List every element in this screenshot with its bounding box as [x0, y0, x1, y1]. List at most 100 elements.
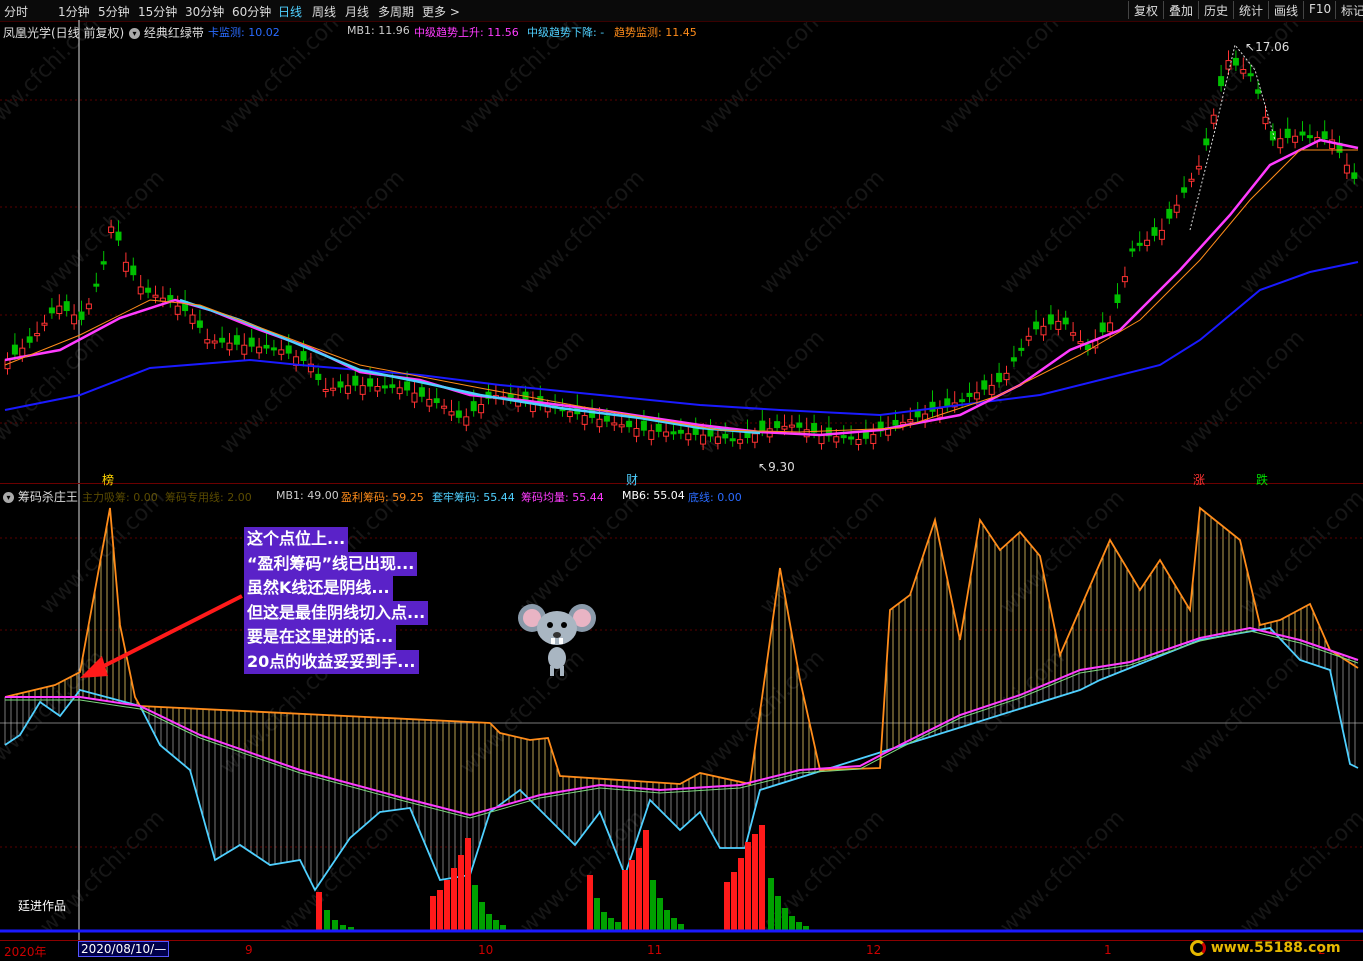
sub-legend-5: 筹码均量: 55.44	[521, 491, 604, 504]
event-mark-zhang[interactable]: 涨	[1193, 471, 1205, 488]
candle-body	[1107, 322, 1114, 333]
candle-body	[367, 378, 374, 387]
candle-body	[899, 421, 906, 425]
candle-body	[226, 342, 233, 351]
candle-body	[840, 435, 847, 439]
event-mark-bang[interactable]: 榜	[102, 471, 114, 488]
candle-body	[1321, 131, 1328, 140]
candle-body	[278, 349, 285, 355]
candle-body	[1047, 314, 1054, 325]
candle-body	[381, 385, 388, 389]
candle-body	[929, 401, 936, 412]
candle-body	[71, 314, 78, 325]
candle-body	[959, 399, 966, 403]
volume-bar	[444, 880, 450, 930]
candle-body	[322, 388, 329, 392]
candle-body	[1306, 135, 1313, 139]
date-axis: 2020年 2020/08/10/— 9 10 11 12 1 2	[0, 940, 1363, 961]
volume-bar	[608, 918, 614, 930]
candle-body	[1292, 135, 1299, 143]
volume-bar	[629, 860, 635, 930]
volume-bar	[745, 842, 751, 930]
axis-cursor-date: 2020/08/10/—	[78, 941, 170, 957]
annotation-line-1: 这个点位上...	[244, 527, 349, 552]
candle-body	[640, 420, 647, 431]
candle-body	[344, 385, 351, 394]
candle-body	[892, 419, 899, 426]
volume-bar	[465, 838, 471, 930]
candle-body	[1144, 239, 1151, 246]
candle-body	[48, 307, 55, 314]
candle-body	[219, 337, 226, 343]
volume-bar	[486, 914, 492, 930]
candle-body	[714, 436, 721, 444]
axis-month-label: 11	[647, 943, 663, 957]
ma-monitor-line	[4, 149, 1358, 433]
volume-bar	[768, 878, 774, 930]
sub-indicator-dropdown[interactable]: ▾ 筹码杀庄王	[3, 488, 78, 505]
candle-body	[722, 433, 729, 439]
candle-body	[270, 347, 277, 351]
volume-bar	[664, 910, 670, 930]
candle-body	[1062, 317, 1069, 325]
volume-bar	[724, 882, 730, 930]
candle-body	[1010, 357, 1017, 362]
candle-body	[1173, 204, 1180, 213]
candle-body	[56, 305, 63, 315]
candle-body	[248, 337, 255, 347]
candle-body	[781, 425, 788, 430]
spiral-logo-icon	[1190, 940, 1206, 956]
volume-bar	[678, 924, 684, 930]
candle-body	[944, 398, 951, 407]
trapped-chips-line	[4, 627, 1359, 892]
sub-indicator-name: 筹码杀庄王	[17, 490, 78, 504]
profit-chips-line	[4, 506, 1359, 786]
candle-body	[1299, 131, 1306, 136]
volume-bar	[472, 885, 478, 930]
sub-legend-3: 盈利筹码: 59.25	[341, 491, 424, 504]
candle-body	[1077, 341, 1084, 345]
volume-bar	[782, 908, 788, 930]
mb1-dotted-line	[1189, 43, 1276, 231]
axis-month-label: 12	[866, 943, 882, 957]
candle-body	[603, 415, 610, 422]
volume-bar	[332, 920, 338, 930]
volume-bar	[340, 925, 346, 930]
mouse-mascot-icon	[518, 604, 596, 676]
annotation-line-6: 20点的收益妥妥到手...	[244, 649, 419, 674]
candle-body	[41, 322, 48, 326]
candle-body	[677, 429, 684, 434]
candle-body	[1114, 294, 1121, 303]
candle-body	[1158, 229, 1165, 240]
candle-body	[1151, 227, 1158, 236]
candle-body	[441, 405, 448, 409]
axis-month-label: 9	[245, 943, 253, 957]
candle-body	[633, 428, 640, 437]
volume-bar	[324, 910, 330, 930]
candle-body	[433, 398, 440, 404]
candle-body	[1121, 276, 1128, 283]
volume-bar	[650, 880, 656, 930]
candle-body	[1070, 332, 1077, 336]
candle-body	[196, 320, 203, 328]
author-credit: 廷进作品	[18, 899, 67, 913]
candle-body	[256, 346, 263, 354]
candle-body	[478, 404, 485, 414]
candle-body	[1218, 76, 1225, 87]
candle-body	[626, 420, 633, 428]
annotation-line-5: 要是在这里进的话...	[244, 625, 397, 650]
candle-body	[78, 311, 85, 320]
candle-body	[448, 411, 455, 416]
candle-body	[1240, 68, 1247, 74]
event-mark-die[interactable]: 跌	[1256, 471, 1268, 488]
candle-body	[396, 387, 403, 395]
event-mark-cai[interactable]: 财	[626, 471, 638, 488]
sub-legend-1: 筹码专用线: 2.00	[165, 491, 252, 504]
kline-chart[interactable]	[0, 0, 1363, 960]
candle-body	[1247, 73, 1254, 77]
candle-body	[685, 433, 692, 441]
candle-body	[907, 419, 914, 423]
candle-body	[470, 401, 477, 412]
candle-body	[26, 336, 33, 343]
candle-body	[1210, 114, 1217, 124]
